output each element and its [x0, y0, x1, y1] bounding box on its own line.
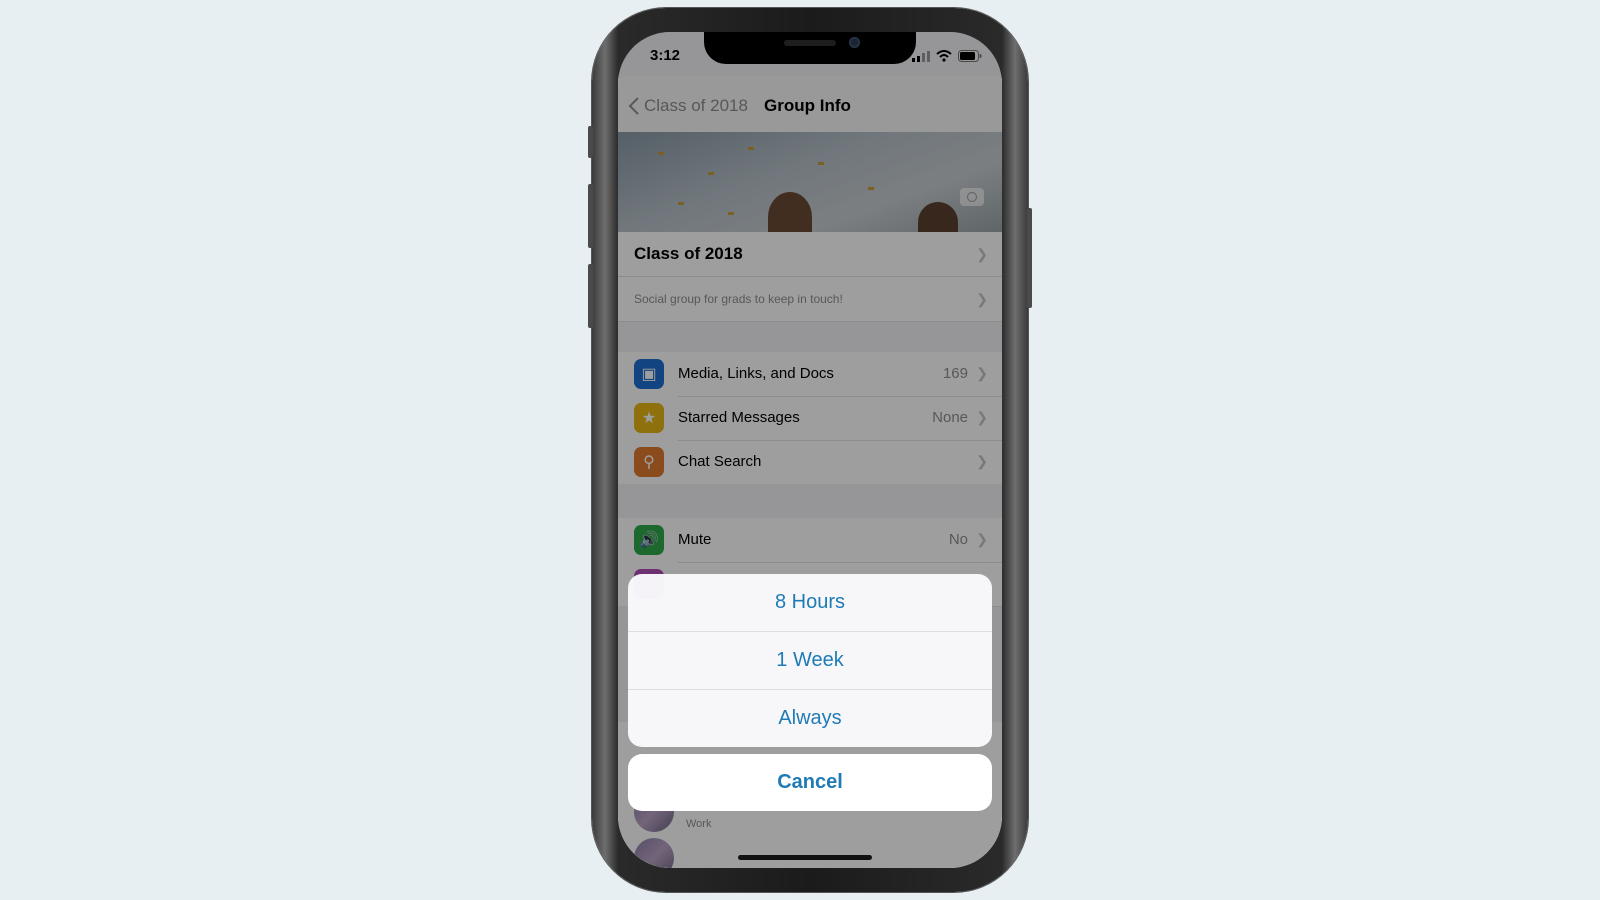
home-indicator[interactable] — [738, 855, 872, 860]
notch — [704, 32, 916, 64]
silent-switch — [588, 126, 593, 158]
option-always[interactable]: Always — [628, 690, 992, 747]
speaker — [784, 40, 836, 46]
phone-screen: 3:12 Class of 2018 Group Info Class of 2… — [618, 32, 1002, 868]
mute-duration-sheet: 8 Hours 1 Week Always — [628, 574, 992, 747]
option-1-week[interactable]: 1 Week — [628, 632, 992, 690]
front-camera — [849, 37, 860, 48]
power-button — [1027, 208, 1032, 308]
cancel-button[interactable]: Cancel — [628, 754, 992, 811]
volume-up-button — [588, 184, 593, 248]
option-8-hours[interactable]: 8 Hours — [628, 574, 992, 632]
volume-down-button — [588, 264, 593, 328]
phone-frame: 3:12 Class of 2018 Group Info Class of 2… — [588, 8, 1032, 892]
